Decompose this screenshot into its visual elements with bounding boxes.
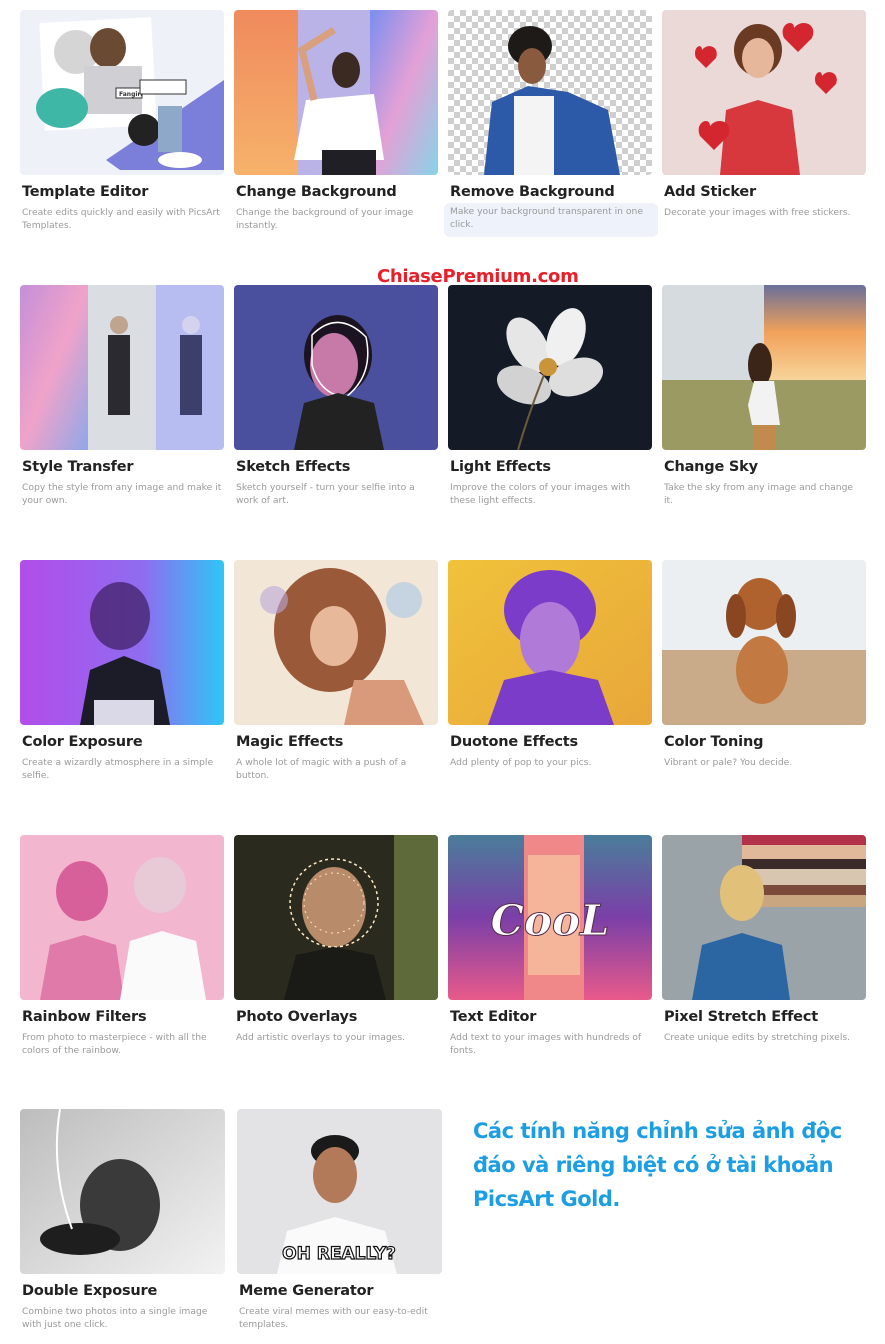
dog-beach-image	[662, 560, 866, 725]
style-transfer-snow-image	[20, 285, 224, 450]
woman-heart-stickers-image	[662, 10, 866, 175]
feature-title: Color Toning	[664, 734, 764, 750]
feature-description: A whole lot of magic with a push of a bu…	[236, 757, 407, 781]
feature-title: Text Editor	[450, 1009, 537, 1025]
feature-description: Add artistic overlays to your images.	[236, 1032, 406, 1043]
feature-title: Remove Background	[450, 184, 615, 200]
fangirl-sticker-text: Fangirl	[119, 91, 142, 98]
promo-text: Các tính năng chỉnh sửa ảnh độc đáo và r…	[473, 1119, 842, 1211]
cool-overlay-text: CooL	[491, 896, 610, 945]
sketch-face-image	[234, 285, 438, 450]
feature-description: Create a wizardly atmosphere in a simple…	[22, 757, 214, 781]
feature-title: Color Exposure	[22, 734, 143, 750]
feature-description: Create edits quickly and easily with Pic…	[22, 207, 220, 231]
feature-description: Create viral memes with our easy-to-edit…	[239, 1306, 428, 1330]
feature-title: Rainbow Filters	[22, 1009, 147, 1025]
light-overlay-portrait-image	[234, 835, 438, 1000]
feature-title: Sketch Effects	[236, 459, 351, 475]
color-exposure-image	[20, 560, 224, 725]
feature-description: Create unique edits by stretching pixels…	[664, 1032, 851, 1043]
white-flower-image	[448, 285, 652, 450]
feature-description: Make your background transparent in one …	[444, 203, 658, 237]
template-collage-image: Fangirl	[20, 10, 224, 175]
feature-description: Take the sky from any image and change i…	[664, 482, 854, 506]
feature-title: Double Exposure	[22, 1283, 158, 1299]
feature-description: Decorate your images with free stickers.	[664, 207, 851, 218]
feature-title: Style Transfer	[22, 459, 134, 475]
double-exposure-bw-image	[20, 1109, 225, 1274]
feature-title: Magic Effects	[236, 734, 344, 750]
feature-description: Change the background of your image inst…	[236, 207, 414, 231]
meme-caption-text: OH REALLY?	[282, 1244, 396, 1264]
feature-description: Copy the style from any image and make i…	[22, 482, 222, 506]
feature-title: Pixel Stretch Effect	[664, 1009, 818, 1025]
pink-couple-image	[20, 835, 224, 1000]
feature-title: Light Effects	[450, 459, 551, 475]
feature-description: Combine two photos into a single image w…	[22, 1306, 208, 1330]
man-transparent-background-image	[448, 10, 652, 175]
cool-text-hallway-image: CooL	[448, 835, 652, 1000]
woman-field-sunset-image	[662, 285, 866, 450]
feature-description: Sketch yourself - turn your selfie into …	[236, 482, 415, 506]
feature-description: Add text to your images with hundreds of…	[450, 1032, 642, 1056]
feature-title: Photo Overlays	[236, 1009, 358, 1025]
feature-description: From photo to masterpiece - with all the…	[22, 1032, 207, 1056]
painted-curly-hair-image	[234, 560, 438, 725]
feature-title: Add Sticker	[664, 184, 757, 200]
feature-title: Change Background	[236, 184, 397, 200]
woman-colorful-background-image	[234, 10, 438, 175]
surprised-man-meme-image: OH REALLY?	[237, 1109, 442, 1274]
feature-description: Improve the colors of your images with t…	[450, 482, 631, 506]
feature-title: Change Sky	[664, 459, 758, 475]
duotone-portrait-image	[448, 560, 652, 725]
pixel-stretch-portrait-image	[662, 835, 866, 1000]
feature-title: Meme Generator	[239, 1283, 374, 1299]
feature-title: Template Editor	[22, 184, 149, 200]
feature-description: Add plenty of pop to your pics.	[450, 757, 592, 768]
watermark-text: ChiasePremium.com	[377, 266, 579, 287]
feature-description: Vibrant or pale? You decide.	[664, 757, 793, 768]
feature-title: Duotone Effects	[450, 734, 578, 750]
